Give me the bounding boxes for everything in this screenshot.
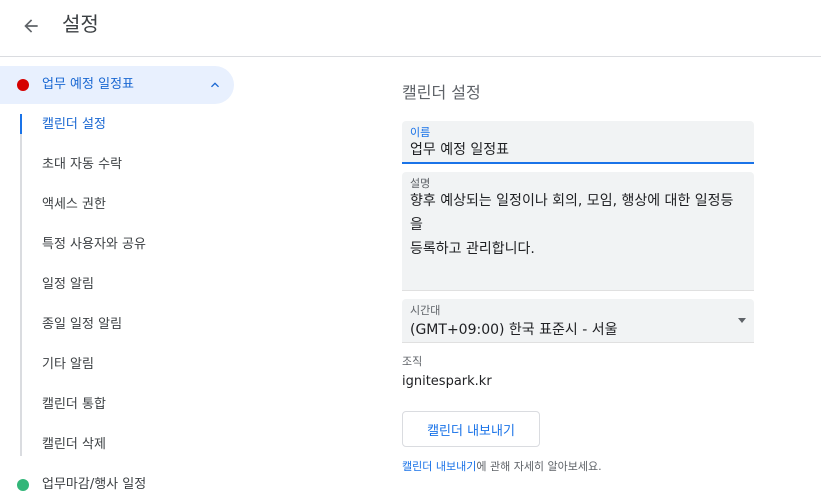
sidebar-item-calendar-settings[interactable]: 캘린더 설정 bbox=[42, 116, 106, 134]
nav-divider-line bbox=[20, 114, 22, 456]
calendar-name-input[interactable]: 업무 예정 일정표 bbox=[410, 138, 744, 162]
sidebar-item-other-notifications[interactable]: 기타 알림 bbox=[42, 356, 94, 374]
export-help-link[interactable]: 캘린더 내보내기 bbox=[402, 460, 476, 473]
timezone-select[interactable]: 시간대 (GMT+09:00) 한국 표준시 - 서울 bbox=[402, 299, 754, 343]
sidebar-item-access-permissions[interactable]: 액세스 권한 bbox=[42, 196, 106, 214]
sidebar-item-auto-accept[interactable]: 초대 자동 수락 bbox=[42, 156, 122, 174]
page-title: 설정 bbox=[62, 12, 99, 36]
export-calendar-button[interactable]: 캘린더 내보내기 bbox=[402, 411, 540, 447]
chevron-up-icon[interactable] bbox=[207, 77, 223, 93]
calendar-name: 업무마감/행사 일정 bbox=[42, 477, 147, 492]
calendar-name: 업무 예정 일정표 bbox=[42, 77, 134, 92]
sidebar-item-allday-notifications[interactable]: 종일 일정 알림 bbox=[42, 316, 122, 334]
help-text: 캘린더 내보내기에 관해 자세히 알아보세요. bbox=[402, 459, 602, 475]
section-title: 캘린더 설정 bbox=[402, 83, 481, 102]
organization-value: ignitespark.kr bbox=[402, 374, 492, 389]
sidebar-item-share-with-people[interactable]: 특정 사용자와 공유 bbox=[42, 236, 146, 254]
calendar-name-field[interactable]: 이름 업무 예정 일정표 bbox=[402, 121, 754, 164]
back-button[interactable] bbox=[13, 8, 49, 44]
sidebar-item-delete-calendar[interactable]: 캘린더 삭제 bbox=[42, 436, 106, 454]
sidebar-calendar-header[interactable]: 업무 예정 일정표 bbox=[0, 66, 234, 104]
top-bar: 설정 bbox=[0, 0, 821, 57]
description-textarea[interactable]: 향후 예상되는 일정이나 회의, 모임, 행상에 대한 일정등을 등록하고 관리… bbox=[410, 189, 744, 261]
help-text-suffix: 에 관해 자세히 알아보세요. bbox=[476, 460, 602, 473]
nav-active-indicator bbox=[20, 114, 22, 134]
timezone-value: (GMT+09:00) 한국 표준시 - 서울 bbox=[410, 322, 618, 338]
calendar-color-dot bbox=[17, 479, 29, 491]
sidebar-item-integrate-calendar[interactable]: 캘린더 통합 bbox=[42, 396, 106, 414]
calendar-color-dot bbox=[17, 79, 29, 91]
description-field[interactable]: 설명 향후 예상되는 일정이나 회의, 모임, 행상에 대한 일정등을 등록하고… bbox=[402, 172, 754, 291]
field-label: 시간대 bbox=[410, 304, 441, 317]
organization-label: 조직 bbox=[402, 355, 423, 368]
dropdown-arrow-icon bbox=[738, 318, 746, 323]
sidebar-item-event-notifications[interactable]: 일정 알림 bbox=[42, 276, 94, 294]
arrow-back-icon bbox=[24, 19, 38, 33]
sidebar-calendar-item[interactable]: 업무마감/행사 일정 bbox=[0, 474, 234, 496]
